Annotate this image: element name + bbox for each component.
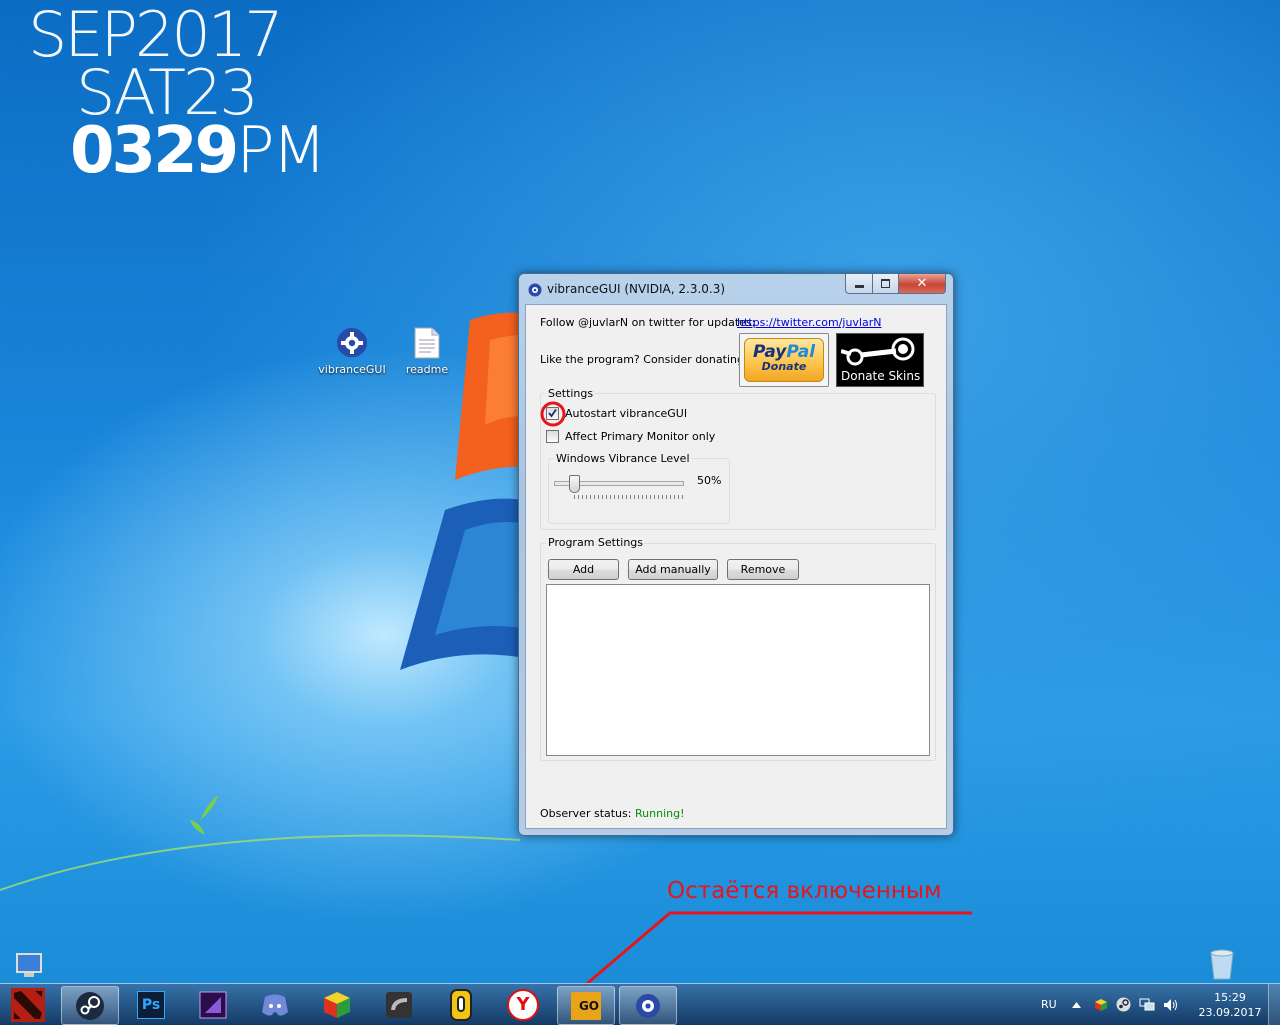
desktop-icon-readme[interactable]: readme bbox=[391, 327, 463, 376]
affect-primary-monitor-label[interactable]: Affect Primary Monitor only bbox=[565, 430, 715, 443]
minimize-icon bbox=[854, 285, 864, 288]
vibrance-value: 50% bbox=[697, 474, 722, 487]
vibrancegui-icon bbox=[636, 993, 660, 1018]
keyboard-icon bbox=[450, 988, 472, 1021]
yandex-browser-icon: Y bbox=[507, 988, 539, 1021]
twitter-link[interactable]: https://twitter.com/juvlarN bbox=[737, 316, 881, 329]
paypal-logo: PayPal Donate bbox=[744, 338, 824, 382]
observer-status-value: Running! bbox=[635, 807, 685, 820]
network-icon[interactable] bbox=[1139, 998, 1155, 1012]
computer-icon[interactable] bbox=[14, 952, 46, 980]
tray-icons bbox=[1094, 984, 1179, 1025]
follow-text: Follow @juvlarN on twitter for updates: bbox=[540, 316, 756, 329]
autostart-checkbox[interactable] bbox=[546, 407, 559, 420]
rubiks-cube-icon bbox=[324, 991, 350, 1018]
speaker-icon[interactable] bbox=[1163, 998, 1179, 1012]
donate-text: Like the program? Consider donating: bbox=[540, 353, 748, 366]
vibrance-level-title: Windows Vibrance Level bbox=[554, 452, 692, 465]
dota2-icon bbox=[11, 987, 45, 1022]
vibrance-slider-thumb[interactable] bbox=[569, 475, 580, 493]
autostart-label[interactable]: Autostart vibranceGUI bbox=[565, 407, 687, 420]
taskbar-premiere[interactable] bbox=[185, 986, 241, 1023]
clock-time: 0329PM bbox=[70, 114, 327, 188]
taskbar-nvidia[interactable] bbox=[371, 986, 427, 1023]
show-hidden-icons-arrow[interactable] bbox=[1072, 984, 1081, 1025]
checkmark-icon bbox=[548, 408, 557, 418]
gear-icon bbox=[337, 328, 367, 358]
observer-status-label: Observer status: bbox=[540, 807, 632, 820]
window-client-area: Follow @juvlarN on twitter for updates: … bbox=[525, 304, 947, 829]
paypal-donate-button[interactable]: PayPal Donate bbox=[739, 333, 829, 387]
window-title: vibranceGUI (NVIDIA, 2.3.0.3) bbox=[547, 282, 726, 296]
desktop-icon-vibrancegui[interactable]: vibranceGUI bbox=[316, 327, 388, 376]
taskbar-date: 23.09.2017 bbox=[1198, 1006, 1262, 1019]
affect-primary-monitor-checkbox[interactable] bbox=[546, 430, 559, 443]
photoshop-icon: Ps bbox=[137, 990, 165, 1019]
desktop-icon-label: vibranceGUI bbox=[318, 363, 386, 376]
settings-group-title: Settings bbox=[546, 387, 596, 400]
discord-icon bbox=[262, 994, 288, 1016]
minimize-button[interactable] bbox=[845, 274, 873, 294]
steam-icon bbox=[76, 991, 104, 1020]
taskbar-clock[interactable]: 15:29 23.09.2017 bbox=[1195, 990, 1265, 1020]
taskbar-keyboard-app[interactable] bbox=[433, 986, 489, 1023]
text-file-icon bbox=[414, 327, 440, 359]
taskbar-steam[interactable] bbox=[61, 986, 119, 1025]
taskbar-dota2[interactable] bbox=[0, 986, 56, 1023]
window-titlebar[interactable]: vibranceGUI (NVIDIA, 2.3.0.3) ✕ bbox=[519, 274, 953, 304]
donate-skins-label: Donate Skins bbox=[841, 369, 921, 383]
maximize-button[interactable] bbox=[872, 274, 899, 294]
donate-skins-button[interactable]: Donate Skins bbox=[836, 333, 924, 387]
taskbar-time: 15:29 bbox=[1214, 991, 1246, 1004]
recycle-bin-icon[interactable] bbox=[1207, 947, 1237, 981]
desktop-clock-widget: SEP2017 SAT23 0329PM bbox=[28, 4, 327, 188]
close-icon: ✕ bbox=[916, 276, 928, 291]
annotation-arrow-line bbox=[582, 911, 972, 989]
close-button[interactable]: ✕ bbox=[898, 274, 946, 294]
taskbar-vibrancegui[interactable] bbox=[619, 986, 677, 1025]
taskbar-photoshop[interactable]: Ps bbox=[123, 986, 179, 1023]
cube-tray-icon[interactable] bbox=[1094, 998, 1108, 1012]
vibrance-slider-ticks bbox=[574, 495, 684, 499]
add-manually-button[interactable]: Add manually bbox=[628, 559, 718, 580]
steam-tray-icon[interactable] bbox=[1116, 997, 1131, 1012]
grass-decoration bbox=[0, 795, 520, 891]
vibrancegui-window[interactable]: vibranceGUI (NVIDIA, 2.3.0.3) ✕ Follow @… bbox=[518, 273, 954, 836]
add-button[interactable]: Add bbox=[548, 559, 619, 580]
program-settings-title: Program Settings bbox=[546, 536, 646, 549]
taskbar-rubiks[interactable] bbox=[309, 986, 365, 1023]
maximize-icon bbox=[881, 279, 890, 288]
csgo-icon: GO bbox=[571, 991, 601, 1020]
app-gear-icon bbox=[528, 283, 542, 297]
premiere-icon bbox=[199, 991, 227, 1018]
nvidia-icon bbox=[386, 991, 412, 1018]
clock-day: SAT23 bbox=[76, 56, 259, 129]
annotation-text: Остаётся включенным bbox=[667, 878, 942, 904]
desktop-icon-label: readme bbox=[405, 363, 449, 376]
show-desktop-button[interactable] bbox=[1268, 984, 1280, 1025]
steam-logo-icon bbox=[841, 337, 915, 366]
chevron-up-icon bbox=[1072, 1001, 1081, 1008]
remove-button[interactable]: Remove bbox=[727, 559, 799, 580]
taskbar: Ps Y GO RU 15:29 23.09.2017 bbox=[0, 983, 1280, 1025]
taskbar-discord[interactable] bbox=[247, 986, 303, 1023]
language-indicator[interactable]: RU bbox=[1041, 984, 1057, 1025]
program-list[interactable] bbox=[546, 584, 930, 756]
taskbar-yandex[interactable]: Y bbox=[495, 986, 551, 1023]
taskbar-csgo[interactable]: GO bbox=[557, 986, 615, 1025]
